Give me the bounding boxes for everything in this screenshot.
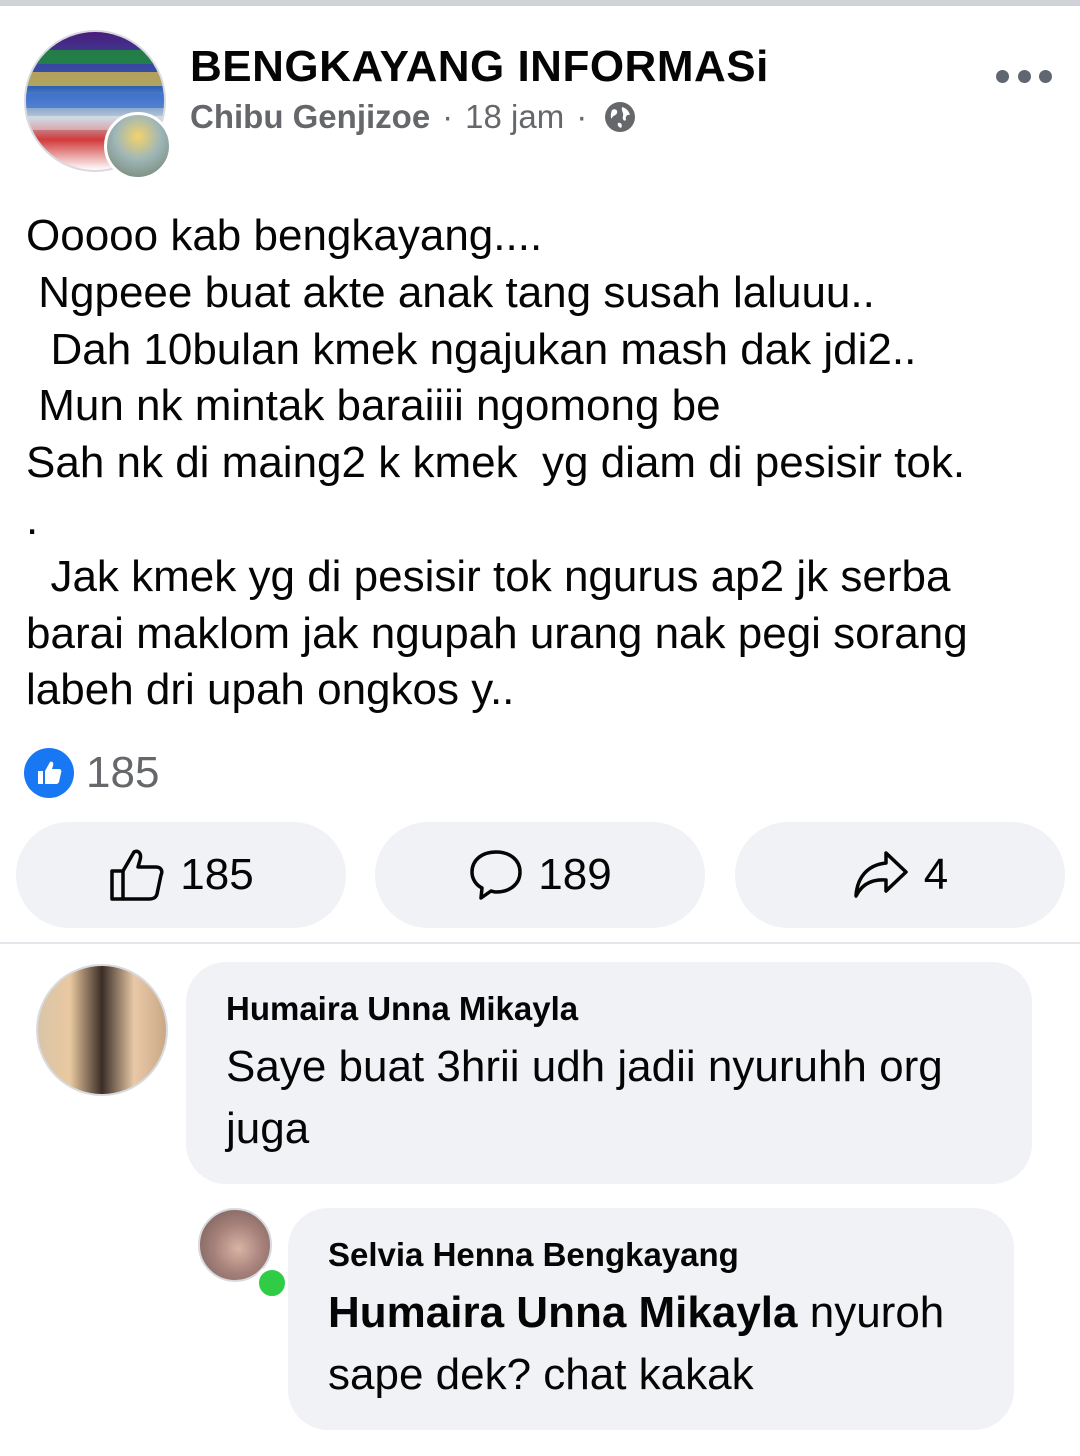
post-text: Ooooo kab bengkayang.... Ngpeee buat akt… [26,211,968,715]
reply-text-line-2: sape dek? chat kakak [328,1350,754,1399]
post-time[interactable]: 18 jam [465,98,564,136]
comment-icon [468,847,524,903]
reaction-count: 185 [86,748,160,797]
group-avatar[interactable] [24,30,172,180]
commenter-avatar[interactable] [36,964,168,1096]
author-name[interactable]: Chibu Genjizoe [190,98,430,136]
like-count: 185 [180,850,254,899]
more-options-icon[interactable] [996,66,1052,86]
comment-text: Saye buat 3hrii udh jadii nyuruhh org ju… [226,1042,943,1153]
share-count: 4 [923,850,949,899]
meta-separator: · [442,98,454,135]
author-avatar[interactable] [104,112,172,180]
post-meta: Chibu Genjizoe · 18 jam · [190,98,637,136]
replier-name[interactable]: Selvia Henna Bengkayang [328,1236,739,1274]
top-divider [0,0,1080,6]
meta-separator: · [576,98,588,135]
reply-text-rest: nyuroh [797,1288,945,1337]
globe-icon [603,100,637,134]
like-button[interactable]: 185 [16,822,346,928]
comment-count: 189 [538,850,612,899]
comments-divider [0,942,1080,944]
reply-text-line-1: Humaira Unna Mikayla nyuroh [328,1282,944,1344]
like-reaction-icon [24,748,74,798]
share-arrow-icon [852,848,910,902]
comment-button[interactable]: 189 [375,822,705,928]
share-button[interactable]: 4 [735,822,1065,928]
reaction-summary[interactable]: 185 [24,748,159,798]
thumbs-up-icon [108,847,166,903]
mention-link[interactable]: Humaira Unna Mikayla [328,1288,798,1337]
commenter-name[interactable]: Humaira Unna Mikayla [226,990,578,1028]
group-name[interactable]: BENGKAYANG INFORMASi [190,42,769,92]
online-status-indicator [255,1266,289,1300]
